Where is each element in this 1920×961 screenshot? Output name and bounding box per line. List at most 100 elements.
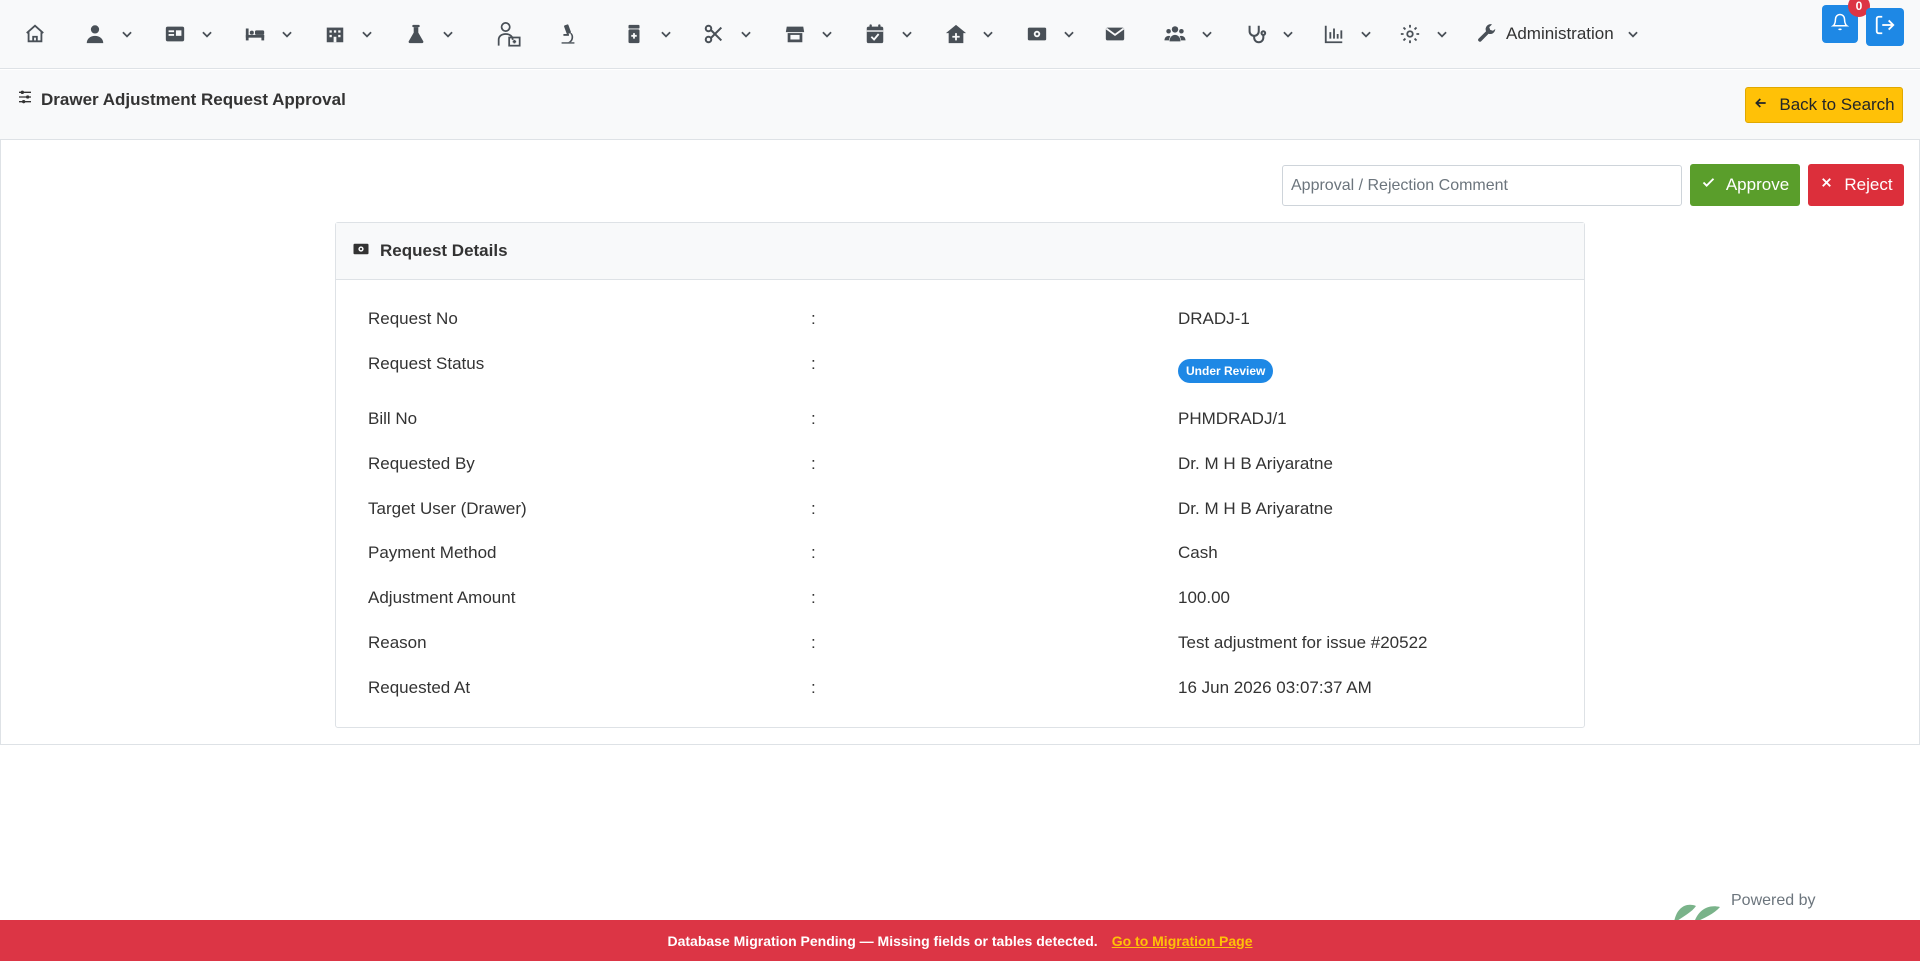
detail-separator: : xyxy=(811,409,816,428)
arrow-left-icon xyxy=(1753,95,1779,116)
page-title-text: Drawer Adjustment Request Approval xyxy=(41,89,346,109)
page-title: Drawer Adjustment Request Approval xyxy=(17,89,346,110)
nav-reports-menu[interactable] xyxy=(1321,19,1375,49)
pharmacy-bottle-icon xyxy=(621,21,647,47)
chevron-down-icon xyxy=(981,26,997,42)
flask-icon xyxy=(403,21,429,47)
hospital-building-icon xyxy=(322,21,348,47)
request-details-card: Request Details Request No : DRADJ-1 Req… xyxy=(335,222,1585,728)
nav-settings-menu[interactable] xyxy=(1397,19,1451,49)
administration-label: Administration xyxy=(1506,24,1614,43)
nav-appointments-menu[interactable] xyxy=(862,19,916,49)
status-badge: Under Review xyxy=(1178,359,1274,383)
detail-label: Adjustment Amount xyxy=(368,588,516,607)
logout-button[interactable] xyxy=(1866,8,1904,46)
check-icon xyxy=(1701,175,1726,195)
calendar-check-icon xyxy=(862,21,888,47)
bed-icon xyxy=(242,21,268,47)
house-medical-icon xyxy=(943,21,969,47)
nav-inpatient-menu[interactable] xyxy=(242,19,296,49)
stethoscope-icon xyxy=(1243,21,1269,47)
chevron-down-icon xyxy=(1626,26,1642,42)
nav-theatre-menu[interactable] xyxy=(701,19,755,49)
chevron-down-icon xyxy=(280,26,296,42)
top-navbar: Administration 0 xyxy=(0,0,1920,69)
microscope-icon xyxy=(555,21,581,47)
detail-row-bill-no: Bill No : PHMDRADJ/1 xyxy=(336,409,1584,439)
nav-clinical-menu[interactable] xyxy=(1243,19,1297,49)
detail-row-requested-at: Requested At : 16 Jun 2026 03:07:37 AM xyxy=(336,678,1584,708)
envelope-icon xyxy=(1102,21,1128,47)
back-to-search-button[interactable]: Back to Search xyxy=(1745,87,1903,123)
bell-icon xyxy=(1830,13,1850,36)
detail-separator: : xyxy=(811,543,816,562)
nav-messages[interactable] xyxy=(1102,19,1128,49)
sliders-icon xyxy=(17,89,41,110)
close-icon xyxy=(1819,175,1844,195)
detail-separator: : xyxy=(811,354,816,373)
chevron-down-icon xyxy=(900,26,916,42)
detail-value: Cash xyxy=(1178,543,1218,562)
detail-row-target-user: Target User (Drawer) : Dr. M H B Ariyara… xyxy=(336,499,1584,529)
chevron-down-icon xyxy=(659,26,675,42)
reject-button[interactable]: Reject xyxy=(1808,164,1904,206)
nav-facilities-menu[interactable] xyxy=(322,19,376,49)
detail-label: Requested By xyxy=(368,454,475,473)
nav-lab-menu[interactable] xyxy=(403,19,457,49)
detail-label: Bill No xyxy=(368,409,418,428)
detail-value: Dr. M H B Ariyaratne xyxy=(1178,454,1333,473)
detail-value: DRADJ-1 xyxy=(1178,309,1250,328)
nav-pharmacy-menu[interactable] xyxy=(621,19,675,49)
nav-cashier-menu[interactable] xyxy=(1024,19,1078,49)
chevron-down-icon xyxy=(1200,26,1216,42)
chevron-down-icon xyxy=(360,26,376,42)
chart-bar-icon xyxy=(1321,21,1347,47)
detail-separator: : xyxy=(811,678,816,697)
nav-store-menu[interactable] xyxy=(782,19,836,49)
nav-administration-menu[interactable]: Administration xyxy=(1474,19,1642,49)
chevron-down-icon xyxy=(1435,26,1451,42)
detail-label: Target User (Drawer) xyxy=(368,499,527,518)
chevron-down-icon xyxy=(1281,26,1297,42)
back-to-search-label: Back to Search xyxy=(1779,95,1895,114)
chevron-down-icon xyxy=(1359,26,1375,42)
nav-home[interactable] xyxy=(22,19,48,49)
detail-row-reason: Reason : Test adjustment for issue #2052… xyxy=(336,633,1584,663)
detail-label: Request Status xyxy=(368,354,485,373)
detail-separator: : xyxy=(811,499,816,518)
nav-microscope[interactable] xyxy=(555,19,581,49)
user-doctor-icon xyxy=(82,21,108,47)
chevron-down-icon xyxy=(441,26,457,42)
chevron-down-icon xyxy=(739,26,755,42)
detail-value: 16 Jun 2026 03:07:37 AM xyxy=(1178,678,1372,697)
migration-page-link[interactable]: Go to Migration Page xyxy=(1112,933,1253,949)
approval-comment-input[interactable] xyxy=(1282,165,1682,206)
card-header: Request Details xyxy=(336,223,1584,280)
approve-label: Approve xyxy=(1725,175,1790,194)
home-icon xyxy=(22,21,48,47)
nav-doctor-desk[interactable] xyxy=(493,19,523,49)
gear-icon xyxy=(1397,21,1423,47)
detail-label: Payment Method xyxy=(368,543,497,562)
nav-registration-menu[interactable] xyxy=(162,19,216,49)
nav-patients-menu[interactable] xyxy=(82,19,136,49)
nav-clinic-menu[interactable] xyxy=(943,19,997,49)
card-header-title: Request Details xyxy=(380,241,508,260)
detail-separator: : xyxy=(811,633,816,652)
doctor-desk-icon xyxy=(493,19,523,49)
money-bill-icon xyxy=(352,240,380,263)
detail-separator: : xyxy=(811,454,816,473)
detail-value: Dr. M H B Ariyaratne xyxy=(1178,499,1333,518)
nav-staff-menu[interactable] xyxy=(1162,19,1216,49)
wrench-icon xyxy=(1474,21,1500,47)
detail-row-request-no: Request No : DRADJ-1 xyxy=(336,309,1584,339)
migration-warning-bar: Database Migration Pending — Missing fie… xyxy=(0,920,1920,961)
detail-row-request-status: Request Status : Under Review xyxy=(336,354,1584,384)
approve-button[interactable]: Approve xyxy=(1690,164,1800,206)
users-icon xyxy=(1162,21,1188,47)
migration-message: Database Migration Pending — Missing fie… xyxy=(667,932,1098,949)
detail-row-adjustment-amount: Adjustment Amount : 100.00 xyxy=(336,588,1584,618)
chevron-down-icon xyxy=(200,26,216,42)
detail-separator: : xyxy=(811,588,816,607)
detail-value: 100.00 xyxy=(1178,588,1230,607)
